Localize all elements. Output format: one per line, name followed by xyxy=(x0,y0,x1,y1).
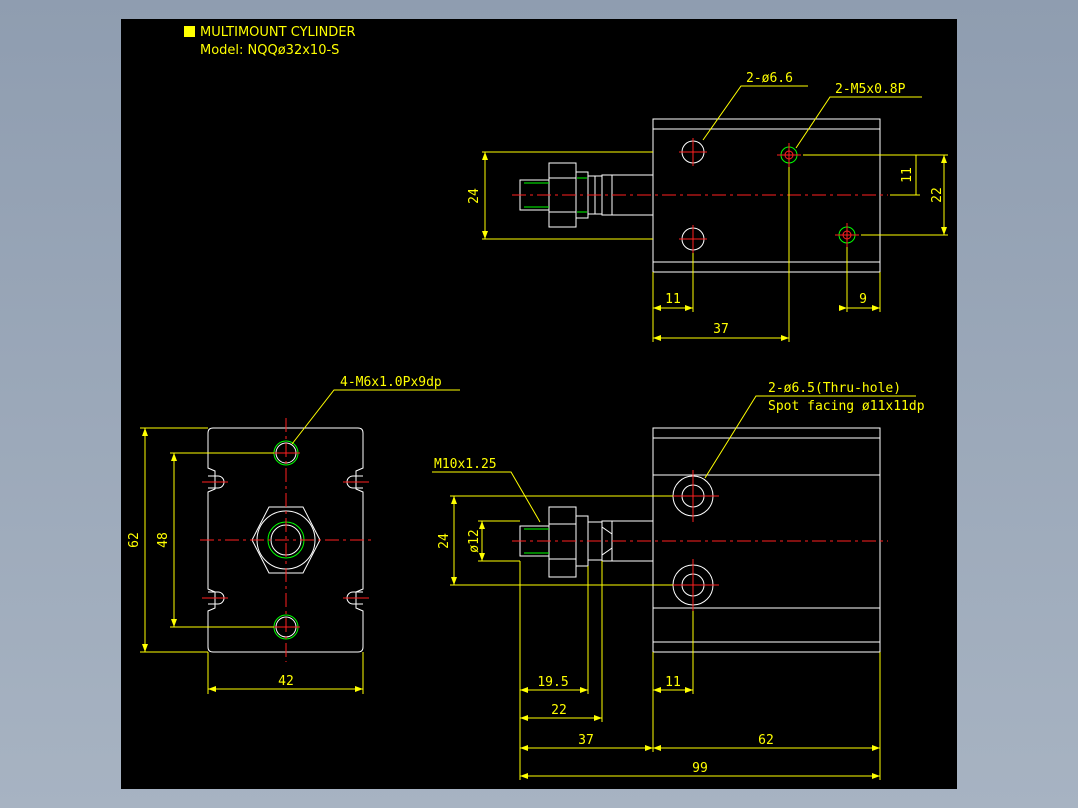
cad-drawing: MULTIMOUNT CYLINDER Model: NQQø32x10-S 2… xyxy=(127,25,948,780)
side-rod-thread-callout: M10x1.25 xyxy=(434,457,497,472)
top-dim-24: 24 xyxy=(467,188,482,204)
top-thread-callout: 2-M5x0.8P xyxy=(835,82,906,97)
top-dim-22-vertical: 22 xyxy=(930,187,945,203)
end-thread-callout: 4-M6x1.0Px9dp xyxy=(340,375,442,390)
cad-viewport[interactable]: MULTIMOUNT CYLINDER Model: NQQø32x10-S 2… xyxy=(121,19,957,789)
side-view-body xyxy=(652,427,881,653)
end-dim-42: 42 xyxy=(278,674,294,689)
side-dim-37: 37 xyxy=(578,733,594,748)
side-dim-24: 24 xyxy=(437,533,452,549)
top-dim-37: 37 xyxy=(713,322,729,337)
top-dim-11-horizontal: 11 xyxy=(665,292,681,307)
top-hole-callout: 2-ø6.6 xyxy=(746,71,793,86)
side-dim-dia12: ø12 xyxy=(467,529,482,552)
title-marker-icon xyxy=(184,26,195,37)
side-view: 2-ø6.5(Thru-hole) Spot facing ø11x11dp M… xyxy=(432,381,925,780)
top-dim-11-vertical: 11 xyxy=(900,167,915,183)
end-dim-62: 62 xyxy=(127,532,142,548)
top-view: 2-ø6.6 2-M5x0.8P 24 11 22 11 9 37 xyxy=(467,71,948,342)
side-thru-hole-callout: 2-ø6.5(Thru-hole) xyxy=(768,381,901,396)
model-label: Model: NQQø32x10-S xyxy=(200,43,339,58)
side-dim-22: 22 xyxy=(551,703,567,718)
end-view: 4-M6x1.0Px9dp 62 48 42 xyxy=(127,375,460,694)
side-dim-99: 99 xyxy=(692,761,708,776)
side-dim-19-5: 19.5 xyxy=(537,675,568,690)
top-dim-9: 9 xyxy=(859,292,867,307)
drawing-title: MULTIMOUNT CYLINDER xyxy=(200,25,356,40)
side-dim-11: 11 xyxy=(665,675,681,690)
end-dim-48: 48 xyxy=(156,532,171,548)
side-dim-62: 62 xyxy=(758,733,774,748)
side-spot-facing-callout: Spot facing ø11x11dp xyxy=(768,399,925,414)
